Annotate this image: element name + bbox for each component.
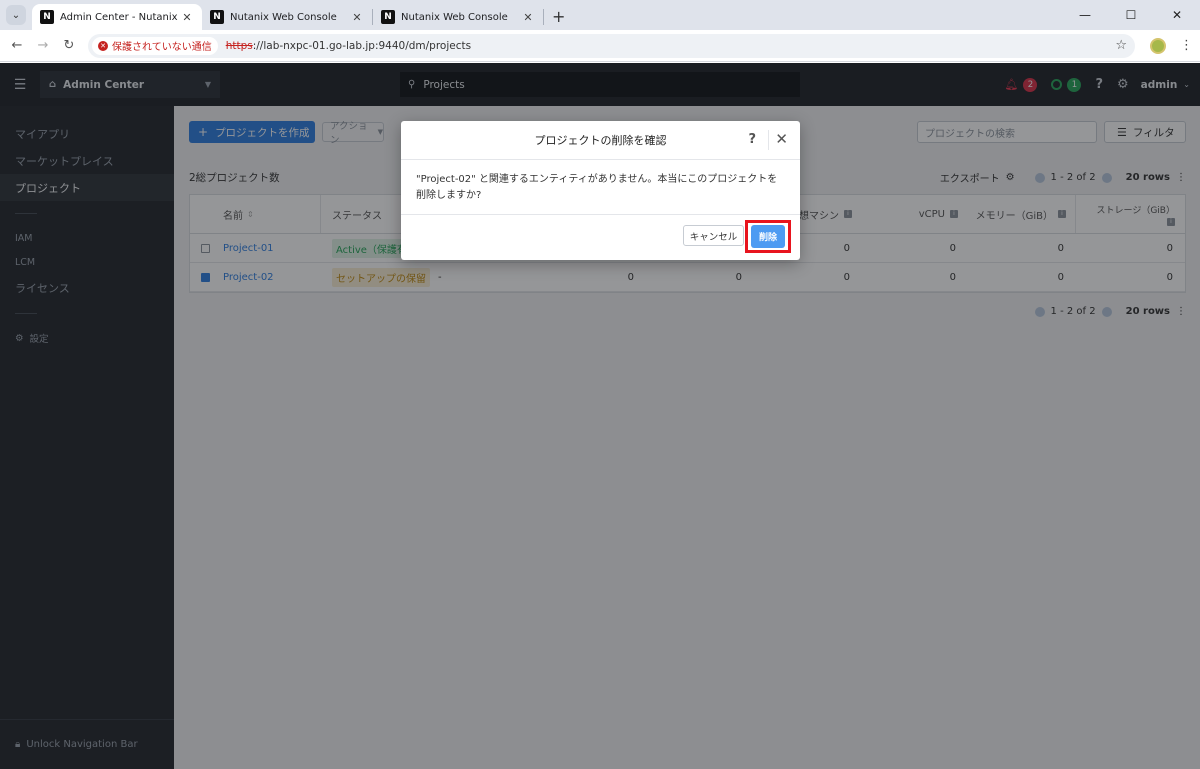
tab-search-icon[interactable]: ⌄ <box>6 5 26 25</box>
browser-tab-3[interactable]: N Nutanix Web Console ✕ <box>373 4 543 30</box>
window-close-icon[interactable]: ✕ <box>1154 0 1200 30</box>
tab-title: Nutanix Web Console <box>401 11 508 23</box>
nutanix-favicon-icon: N <box>210 10 224 24</box>
browser-menu-icon[interactable]: ⋮ <box>1180 38 1193 53</box>
minimize-icon[interactable]: — <box>1062 0 1108 30</box>
tab-title: Nutanix Web Console <box>230 11 337 23</box>
forward-icon[interactable]: → <box>30 38 56 53</box>
header-divider <box>768 130 769 150</box>
dialog-footer: キャンセル 削除 <box>401 215 800 260</box>
reload-icon[interactable]: ↻ <box>56 38 82 53</box>
browser-tabbar: ⌄ N Admin Center - Nutanix ✕ N Nutanix W… <box>0 0 1200 30</box>
nutanix-favicon-icon: N <box>381 10 395 24</box>
browser-tab-1[interactable]: N Admin Center - Nutanix ✕ <box>32 4 202 30</box>
profile-avatar-icon[interactable] <box>1150 37 1166 54</box>
tab-close-icon[interactable]: ✕ <box>350 11 364 24</box>
tab-title: Admin Center - Nutanix <box>60 11 178 23</box>
cancel-button[interactable]: キャンセル <box>683 225 744 246</box>
url-scheme: https <box>225 39 253 52</box>
window-controls: — ☐ ✕ <box>1062 0 1200 30</box>
url-field[interactable]: ✕ 保護されていない通信 https ://lab-nxpc-01.go-lab… <box>88 33 1135 58</box>
insecure-warning-icon: ✕ <box>98 40 108 51</box>
tab-close-icon[interactable]: ✕ <box>180 11 194 24</box>
back-icon[interactable]: ← <box>4 38 30 53</box>
tab-close-icon[interactable]: ✕ <box>521 11 535 24</box>
address-bar: ← → ↻ ✕ 保護されていない通信 https ://lab-nxpc-01.… <box>0 30 1200 62</box>
close-icon[interactable]: ✕ <box>775 130 788 148</box>
url-path: ://lab-nxpc-01.go-lab.jp:9440/dm/project… <box>252 39 472 52</box>
delete-confirm-dialog: プロジェクトの削除を確認 ? ✕ "Project-02" と関連するエンティテ… <box>401 121 800 260</box>
help-icon[interactable]: ? <box>748 132 756 147</box>
dialog-header: プロジェクトの削除を確認 ? ✕ <box>401 121 800 160</box>
dialog-message: "Project-02" と関連するエンティティがありません。本当にこのプロジェ… <box>401 160 800 215</box>
tab-divider <box>543 9 544 25</box>
dialog-title: プロジェクトの削除を確認 <box>534 134 667 147</box>
delete-button[interactable]: 削除 <box>751 225 785 248</box>
security-text: 保護されていない通信 <box>112 42 212 53</box>
maximize-icon[interactable]: ☐ <box>1108 0 1154 30</box>
bookmark-star-icon[interactable]: ☆ <box>1115 38 1127 53</box>
new-tab-icon[interactable]: + <box>552 7 565 26</box>
browser-tab-2[interactable]: N Nutanix Web Console ✕ <box>202 4 372 30</box>
nutanix-favicon-icon: N <box>40 10 54 24</box>
security-chip[interactable]: ✕ 保護されていない通信 <box>92 36 218 55</box>
